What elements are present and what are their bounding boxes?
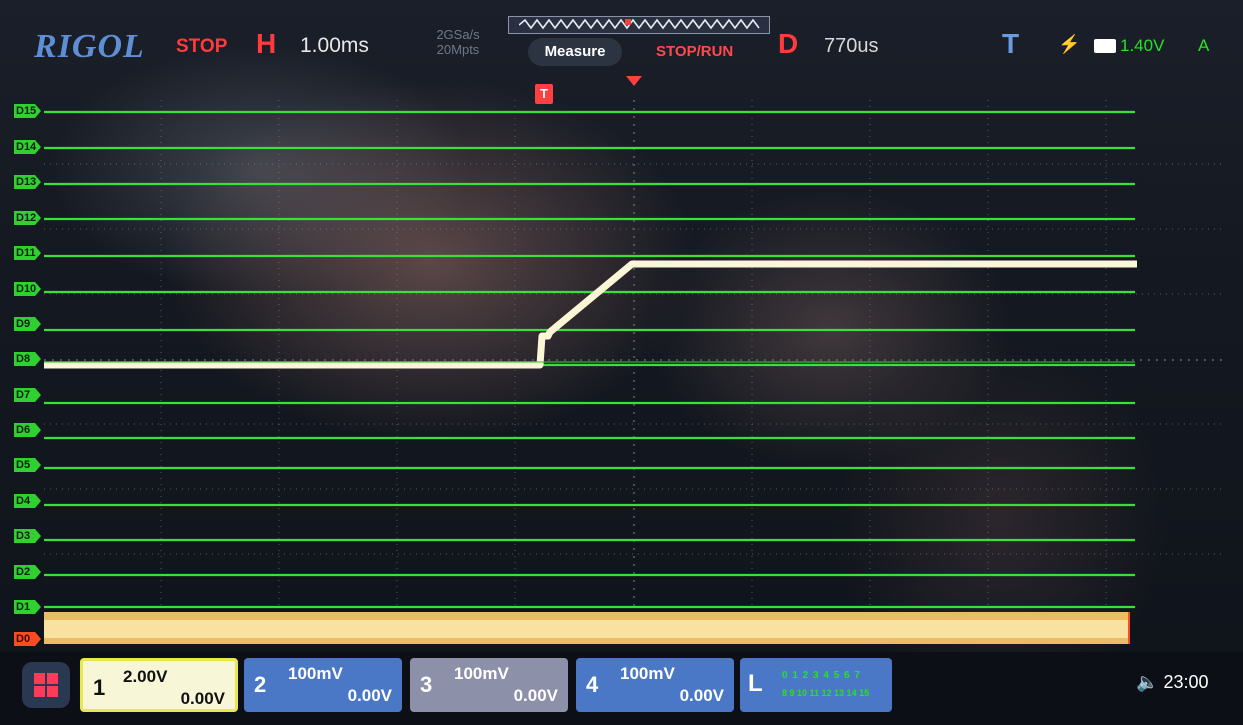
channel-number: 1 [93,675,106,700]
channel-offset: 0.00V [180,689,225,708]
logic-channels-high: 8 9 10 11 12 13 14 15 [782,688,870,698]
status-bar: RIGOL STOP H 1.00ms 2GSa/s 20Mpts Measur… [0,0,1243,92]
acquisition-info: 2GSa/s 20Mpts [426,27,490,57]
clock-time: 23:00 [1163,672,1209,692]
main-menu-button[interactable] [22,662,70,708]
measure-button[interactable]: Measure [528,38,622,66]
channel-offset: 0.00V [513,686,558,705]
channel-number: 4 [586,672,599,697]
horizontal-label[interactable]: H [256,28,276,60]
channel-scale: 100mV [454,664,509,683]
channel-offset: 0.00V [347,686,392,705]
memory-depth: 20Mpts [436,42,480,57]
logic-analyzer-box[interactable]: L 0 1 2 3 4 5 6 7 8 9 10 11 12 13 14 15 [740,658,892,712]
channel-number: 2 [254,672,267,697]
scope-screen: D15 D14 D13 D12 D11 D10 D9 D8 D7 D6 D5 D4 D3 D2 D1 D0 R… [0,0,1243,725]
sample-rate: 2GSa/s [436,27,480,42]
ch1-trace [44,260,1137,369]
timebase-value[interactable]: 1.00ms [300,34,369,58]
system-clock: 🔈 23:00 [1136,672,1208,693]
waveform-svg [44,100,1225,644]
speaker-icon: 🔈 [1136,672,1159,692]
channel-3-box[interactable]: 3 100mV 0.00V [410,658,568,712]
memory-trigger-marker [625,19,631,25]
channel-scale: 100mV [620,664,675,683]
grid [44,100,1225,608]
trigger-slope-icon: ⚡ [1058,34,1081,54]
channel-4-box[interactable]: 4 100mV 0.00V [576,658,734,712]
delay-position-marker[interactable] [626,76,642,86]
waveform-area: D15 D14 D13 D12 D11 D10 D9 D8 D7 D6 D5 D4 D3 D2 D1 D0 [0,0,1243,650]
trigger-position-marker[interactable]: T [535,84,553,104]
channel-offset: 0.00V [679,686,724,705]
brand-logo: RIGOL [34,28,145,65]
channel-scale: 100mV [288,664,343,683]
channel-2-box[interactable]: 2 100mV 0.00V [244,658,402,712]
grid-center [44,100,1225,608]
channel-1-box[interactable]: 1 2.00V 0.00V [80,658,238,712]
trigger-level[interactable]: 1.40V [1120,36,1164,56]
memory-waveform-icon [519,18,760,30]
logic-label: L [748,670,763,697]
memory-overview[interactable] [508,16,770,34]
trigger-mode[interactable]: A [1198,36,1209,56]
channel-number: 3 [420,672,433,697]
delay-value[interactable]: 770us [824,35,879,58]
trigger-label[interactable]: T [1002,28,1019,60]
run-status[interactable]: STOP [176,36,227,58]
d0-trace-core [44,620,1129,638]
delay-label[interactable]: D [778,28,798,60]
channel-scale: 2.00V [123,667,168,686]
channel-bar: 1 2.00V 0.00V 2 100mV 0.00V 3 100mV 0.00… [0,652,1243,725]
trigger-source-icon [1094,39,1116,53]
stop-run-button[interactable]: STOP/RUN [656,43,733,60]
logic-channels-low: 0 1 2 3 4 5 6 7 [782,670,861,681]
menu-icon [34,673,45,684]
